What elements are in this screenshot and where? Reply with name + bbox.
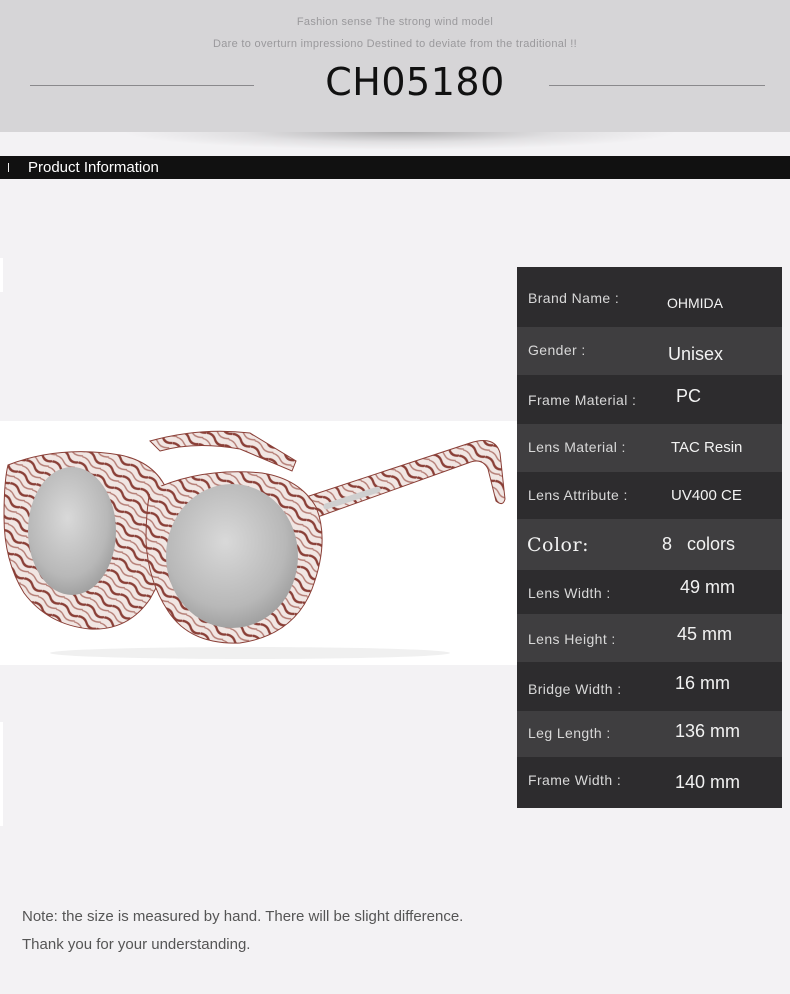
spec-row-lens-material: Lens Material : TAC Resin xyxy=(517,424,782,472)
spec-value: UV400 CE xyxy=(671,487,742,504)
spec-row-gender: Gender : Unisex xyxy=(517,327,782,375)
spec-row-lens-attribute: Lens Attribute : UV400 CE xyxy=(517,472,782,519)
spec-value: PC xyxy=(676,386,702,406)
spec-label: Bridge Width : xyxy=(528,681,622,697)
header-banner: Fashion sense The strong wind model Dare… xyxy=(0,0,790,132)
spec-value: TAC Resin xyxy=(671,439,743,456)
spec-label: Lens Height : xyxy=(528,631,616,647)
edge-mark xyxy=(0,722,3,826)
spec-label: Lens Attribute : xyxy=(528,487,628,503)
spec-value: 8 colors xyxy=(662,534,736,554)
edge-mark xyxy=(0,258,3,292)
spec-row-color: Color: 8 colors xyxy=(517,519,782,570)
spec-label: Leg Length : xyxy=(528,725,611,741)
left-lens xyxy=(28,467,116,595)
sunglasses-image xyxy=(3,430,506,659)
spec-row-lens-width: Lens Width : 49 mm xyxy=(517,570,782,614)
spec-label: Color: xyxy=(527,534,589,556)
spec-label: Brand Name : xyxy=(528,290,620,306)
spec-row-frame-width: Frame Width : 140 mm xyxy=(517,757,782,808)
section-title: Product Information xyxy=(28,159,159,176)
spec-label: Gender : xyxy=(528,342,586,358)
spec-label: Frame Material : xyxy=(528,392,637,408)
spec-value: 45 mm xyxy=(677,624,733,644)
spec-value: 136 mm xyxy=(675,721,741,741)
spec-row-brand: Brand Name : OHMIDA xyxy=(517,267,782,327)
product-photo xyxy=(0,421,518,665)
note-line-1: Note: the size is measured by hand. Ther… xyxy=(22,908,464,925)
spec-value: 16 mm xyxy=(675,673,731,693)
spec-value: Unisex xyxy=(668,344,724,364)
right-lens xyxy=(166,484,298,628)
spec-value: OHMIDA xyxy=(667,295,723,311)
tagline-line-2: Dare to overturn impressiono Destined to… xyxy=(213,38,577,50)
section-header: Product Information xyxy=(0,156,790,179)
banner-shadow xyxy=(120,132,680,150)
note-line-2: Thank you for your understanding. xyxy=(22,936,251,953)
spec-row-bridge-width: Bridge Width : 16 mm xyxy=(517,662,782,711)
tagline-line-1: Fashion sense The strong wind model xyxy=(296,16,494,28)
spec-label: Lens Material : xyxy=(528,439,626,455)
spec-row-leg-length: Leg Length : 136 mm xyxy=(517,711,782,757)
spec-value: 49 mm xyxy=(680,577,736,597)
spec-label: Frame Width : xyxy=(528,772,622,788)
model-title: CH05180 xyxy=(325,60,505,104)
spec-value: 140 mm xyxy=(675,772,741,792)
spec-row-lens-height: Lens Height : 45 mm xyxy=(517,614,782,662)
spec-table: Brand Name : OHMIDA Gender : Unisex Fram… xyxy=(517,267,782,808)
section-marker xyxy=(8,163,9,172)
spec-label: Lens Width : xyxy=(528,585,611,601)
spec-row-frame-material: Frame Material : PC xyxy=(517,375,782,424)
